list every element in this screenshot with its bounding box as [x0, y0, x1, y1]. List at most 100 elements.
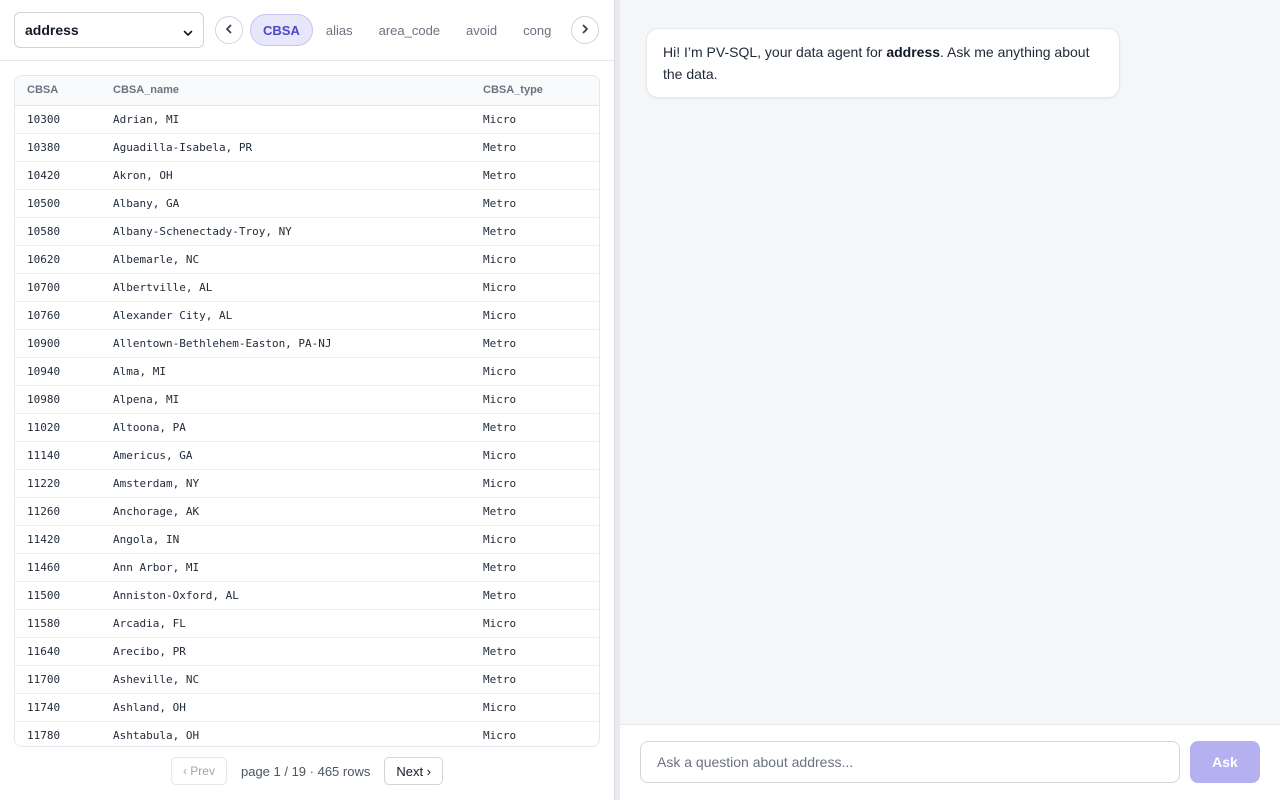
cell-cbsa: 10580 — [27, 224, 61, 238]
table-row[interactable]: 11140 Americus, GA Micro — [15, 441, 599, 469]
cell-cbsa: 11140 — [27, 448, 61, 462]
table-row[interactable]: 10980 Alpena, MI Micro — [15, 385, 599, 413]
cell-cbsa-type: Metro — [483, 336, 517, 350]
tab-cbsa[interactable]: CBSA — [250, 14, 313, 46]
cell-cbsa-name: Alpena, MI — [113, 392, 180, 406]
cell-cbsa-name: Amsterdam, NY — [113, 476, 200, 490]
chat-panel: Hi! I’m PV-SQL, your data agent for addr… — [620, 0, 1280, 800]
cell-cbsa-name: Albany-Schenectady-Troy, NY — [113, 224, 292, 238]
table-row[interactable]: 10500 Albany, GA Metro — [15, 189, 599, 217]
cell-cbsa: 10940 — [27, 364, 61, 378]
table-row[interactable]: 10900 Allentown-Bethlehem-Easton, PA-NJ Me… — [15, 329, 599, 357]
cell-cbsa-type: Micro — [483, 308, 517, 322]
table-row[interactable]: 10760 Alexander City, AL Micro — [15, 301, 599, 329]
column-header-cbsa[interactable]: CBSA — [15, 76, 101, 105]
table-row[interactable]: 11740 Ashland, OH Micro — [15, 693, 599, 721]
cell-cbsa: 11220 — [27, 476, 61, 490]
cell-cbsa-type: Micro — [483, 280, 517, 294]
cell-cbsa-name: Ashtabula, OH — [113, 728, 200, 742]
cell-cbsa-type: Micro — [483, 476, 517, 490]
cell-cbsa-type: Micro — [483, 532, 517, 546]
table-row[interactable]: 11580 Arcadia, FL Micro — [15, 609, 599, 637]
cell-cbsa: 11700 — [27, 672, 61, 686]
question-input[interactable] — [640, 741, 1180, 783]
greeting-table-name: address — [886, 44, 941, 60]
cell-cbsa: 11460 — [27, 560, 61, 574]
cell-cbsa: 11640 — [27, 644, 61, 658]
cell-cbsa-type: Metro — [483, 644, 517, 658]
cell-cbsa-name: Albertville, AL — [113, 280, 213, 294]
cell-cbsa-name: Arecibo, PR — [113, 644, 186, 658]
data-table: CBSA CBSA_name CBSA_type 10300 Adrian, MI… — [15, 76, 599, 746]
app-root: address CBSAaliasarea_codeavoidcong — [0, 0, 1280, 800]
table-row[interactable]: 10300 Adrian, MI Micro — [15, 105, 599, 133]
cell-cbsa-name: Albemarle, NC — [113, 252, 200, 266]
cell-cbsa-name: Adrian, MI — [113, 112, 180, 126]
cell-cbsa-type: Micro — [483, 112, 517, 126]
cell-cbsa-name: Aguadilla-Isabela, PR — [113, 140, 253, 154]
cell-cbsa: 10300 — [27, 112, 61, 126]
cell-cbsa-name: Angola, IN — [113, 532, 180, 546]
table-row[interactable]: 11260 Anchorage, AK Metro — [15, 497, 599, 525]
table-row[interactable]: 10940 Alma, MI Micro — [15, 357, 599, 385]
table-row[interactable]: 10580 Albany-Schenectady-Troy, NY Metro — [15, 217, 599, 245]
assistant-message: Hi! I’m PV-SQL, your data agent for addr… — [646, 28, 1120, 98]
pagination: ‹ Prev page 1 / 19 · 465 rows Next › — [0, 756, 614, 786]
cell-cbsa: 10900 — [27, 336, 61, 350]
table-row[interactable]: 11700 Asheville, NC Metro — [15, 665, 599, 693]
data-table-card: CBSA CBSA_name CBSA_type 10300 Adrian, MI… — [14, 75, 600, 747]
page-info: page 1 / 19 · 465 rows — [240, 763, 371, 779]
next-page-button[interactable]: Next › — [384, 757, 444, 785]
cell-cbsa-type: Micro — [483, 448, 517, 462]
tab-cong[interactable]: cong — [510, 14, 564, 46]
table-row[interactable]: 11640 Arecibo, PR Metro — [15, 637, 599, 665]
greeting-text: Hi! I’m PV-SQL, your data agent for — [663, 44, 887, 60]
cell-cbsa-type: Metro — [483, 224, 517, 238]
cell-cbsa: 10500 — [27, 196, 61, 210]
cell-cbsa-type: Micro — [483, 616, 517, 630]
table-select[interactable]: address — [14, 12, 204, 48]
chat-composer: Ask — [620, 724, 1280, 800]
cell-cbsa: 10700 — [27, 280, 61, 294]
cell-cbsa-type: Metro — [483, 196, 517, 210]
cell-cbsa: 11020 — [27, 420, 61, 434]
cell-cbsa-type: Micro — [483, 252, 517, 266]
cell-cbsa-type: Metro — [483, 560, 517, 574]
table-row[interactable]: 11780 Ashtabula, OH Micro — [15, 721, 599, 746]
table-row[interactable]: 11020 Altoona, PA Metro — [15, 413, 599, 441]
tab-area-code[interactable]: area_code — [366, 14, 453, 46]
tab-avoid[interactable]: avoid — [453, 14, 510, 46]
cell-cbsa-type: Metro — [483, 672, 517, 686]
tabs-scroll-left-button[interactable] — [215, 16, 243, 44]
toolbar: address CBSA alias area_code avoid cong — [0, 0, 614, 61]
table-header-row: CBSA CBSA_name CBSA_type — [15, 76, 599, 105]
cell-cbsa: 10620 — [27, 252, 61, 266]
cell-cbsa: 11780 — [27, 728, 61, 742]
table-row[interactable]: 11500 Anniston-Oxford, AL Metro — [15, 581, 599, 609]
cell-cbsa-name: Anniston-Oxford, AL — [113, 588, 239, 602]
cell-cbsa: 10420 — [27, 168, 61, 182]
cell-cbsa: 11420 — [27, 532, 61, 546]
cell-cbsa-name: Asheville, NC — [113, 672, 200, 686]
cell-cbsa: 11260 — [27, 504, 61, 518]
table-row[interactable]: 10420 Akron, OH Metro — [15, 161, 599, 189]
table-body: 10300 Adrian, MI Micro 10380 Aguadilla-Isabe… — [15, 105, 599, 746]
tabs-scroll-right-button[interactable] — [571, 16, 599, 44]
ask-button[interactable]: Ask — [1190, 741, 1260, 783]
cell-cbsa-name: Anchorage, AK — [113, 504, 200, 518]
cell-cbsa-type: Metro — [483, 504, 517, 518]
table-row[interactable]: 11420 Angola, IN Micro — [15, 525, 599, 553]
tab-alias[interactable]: alias — [313, 14, 366, 46]
data-browser-panel: address CBSAaliasarea_codeavoidcong — [0, 0, 614, 800]
cell-cbsa-type: Metro — [483, 140, 517, 154]
prev-page-button[interactable]: ‹ Prev — [170, 757, 227, 785]
column-header-cbsa-type[interactable]: CBSA_type — [471, 76, 599, 105]
table-row[interactable]: 11460 Ann Arbor, MI Metro — [15, 553, 599, 581]
column-tabs: CBSA alias area_code avoid cong — [250, 14, 565, 46]
table-row[interactable]: 10380 Aguadilla-Isabela, PR Metro — [15, 133, 599, 161]
cell-cbsa: 11580 — [27, 616, 61, 630]
table-row[interactable]: 10620 Albemarle, NC Micro — [15, 245, 599, 273]
table-row[interactable]: 10700 Albertville, AL Micro — [15, 273, 599, 301]
column-header-cbsa-name[interactable]: CBSA_name — [101, 76, 471, 105]
table-row[interactable]: 11220 Amsterdam, NY Micro — [15, 469, 599, 497]
